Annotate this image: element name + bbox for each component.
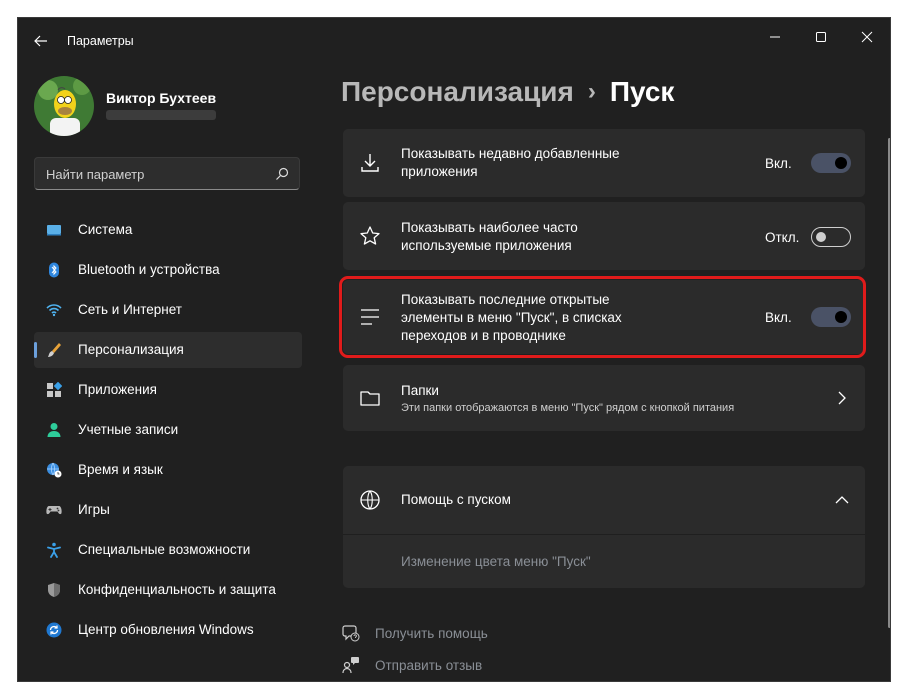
sidebar-nav: Система Bluetooth и устройства Сеть и Ин… — [34, 212, 302, 652]
chevron-up-icon — [835, 496, 849, 504]
maximize-button[interactable] — [798, 22, 844, 52]
help-chat-icon — [342, 625, 360, 642]
folder-icon — [360, 391, 380, 406]
back-button[interactable] — [32, 32, 50, 50]
wifi-icon — [46, 304, 62, 317]
apps-icon — [47, 382, 62, 397]
setting-title: Папки — [401, 383, 439, 398]
sidebar-item-network[interactable]: Сеть и Интернет — [34, 292, 302, 328]
highlight-annotation — [339, 276, 866, 358]
help-title: Помощь с пуском — [401, 492, 511, 507]
page-title: Пуск — [609, 76, 675, 107]
sidebar-item-label: Система — [78, 222, 133, 237]
title-bar: Параметры — [18, 18, 890, 64]
sidebar-item-accessibility[interactable]: Специальные возможности — [34, 532, 302, 568]
sidebar-item-system[interactable]: Система — [34, 212, 302, 248]
most-used-toggle[interactable] — [811, 227, 851, 247]
sidebar-item-label: Конфиденциальность и защита — [78, 582, 276, 597]
search-icon — [276, 167, 289, 180]
user-email-redacted — [106, 110, 216, 120]
star-icon — [360, 226, 380, 245]
arrow-left-icon — [34, 35, 47, 47]
close-button[interactable] — [844, 22, 890, 52]
sidebar-item-label: Персонализация — [78, 342, 184, 357]
breadcrumb: Персонализация › Пуск — [341, 76, 674, 108]
setting-description: Эти папки отображаются в меню "Пуск" ряд… — [401, 402, 735, 414]
sidebar-item-apps[interactable]: Приложения — [34, 372, 302, 408]
app-title: Параметры — [67, 34, 134, 48]
get-help-label: Получить помощь — [375, 626, 488, 641]
setting-title-line: используемые приложения — [401, 238, 572, 253]
monitor-icon — [47, 225, 61, 236]
sidebar-item-accounts[interactable]: Учетные записи — [34, 412, 302, 448]
sidebar-item-label: Учетные записи — [78, 422, 179, 437]
accessibility-icon — [47, 542, 61, 558]
gamepad-icon — [46, 506, 62, 515]
sidebar-item-bluetooth[interactable]: Bluetooth и устройства — [34, 252, 302, 288]
user-avatar-image — [34, 76, 94, 136]
sidebar-item-label: Игры — [78, 502, 110, 517]
recent-apps-toggle[interactable] — [811, 153, 851, 173]
setting-title-line: Показывать недавно добавленные — [401, 146, 620, 161]
sidebar-item-label: Центр обновления Windows — [78, 622, 254, 637]
minimize-button[interactable] — [752, 22, 798, 52]
feedback-link[interactable]: Отправить отзыв — [342, 656, 542, 676]
sidebar-item-label: Сеть и Интернет — [78, 302, 182, 317]
sidebar-item-label: Bluetooth и устройства — [78, 262, 220, 277]
sidebar-item-gaming[interactable]: Игры — [34, 492, 302, 528]
setting-title-line: Показывать наиболее часто — [401, 220, 578, 235]
avatar[interactable] — [34, 76, 94, 136]
globe-icon — [360, 490, 380, 510]
toggle-state-label: Откл. — [765, 230, 800, 245]
sidebar-item-label: Приложения — [78, 382, 157, 397]
chevron-right-icon — [838, 391, 846, 405]
update-icon — [46, 622, 62, 638]
get-help-link[interactable]: Получить помощь — [342, 624, 542, 644]
sidebar-item-time-language[interactable]: Время и язык — [34, 452, 302, 488]
bluetooth-icon — [49, 262, 59, 278]
download-icon — [361, 154, 379, 172]
divider — [343, 534, 865, 535]
setting-title-line: приложения — [401, 164, 478, 179]
breadcrumb-separator: › — [587, 78, 596, 105]
setting-recent-apps: Показывать недавно добавленные приложени… — [343, 129, 865, 197]
breadcrumb-parent[interactable]: Персонализация — [341, 76, 574, 107]
close-icon — [861, 31, 873, 43]
shield-icon — [48, 583, 60, 597]
setting-most-used-apps: Показывать наиболее часто используемые п… — [343, 202, 865, 270]
help-section: Помощь с пуском Изменение цвета меню "Пу… — [343, 466, 865, 588]
feedback-label: Отправить отзыв — [375, 658, 483, 673]
person-icon — [47, 423, 61, 437]
help-section-header[interactable]: Помощь с пуском — [343, 466, 865, 534]
search-placeholder: Найти параметр — [46, 167, 145, 182]
sidebar-item-personalization[interactable]: Персонализация — [34, 332, 302, 368]
sidebar-item-windows-update[interactable]: Центр обновления Windows — [34, 612, 302, 648]
sidebar-item-label: Время и язык — [78, 462, 163, 477]
sidebar-item-privacy[interactable]: Конфиденциальность и защита — [34, 572, 302, 608]
scrollbar[interactable] — [888, 138, 890, 628]
sidebar-item-label: Специальные возможности — [78, 542, 251, 557]
user-name: Виктор Бухтеев — [106, 90, 217, 106]
brush-icon — [48, 343, 61, 357]
feedback-icon — [342, 657, 359, 674]
globe-clock-icon — [47, 462, 62, 478]
toggle-state-label: Вкл. — [765, 156, 792, 171]
help-link[interactable]: Изменение цвета меню "Пуск" — [401, 554, 591, 569]
maximize-icon — [816, 32, 826, 42]
settings-window: Параметры Виктор Бухтеев Найти параметр — [17, 17, 891, 682]
search-input[interactable]: Найти параметр — [34, 157, 300, 190]
minimize-icon — [770, 36, 780, 38]
setting-folders[interactable]: Папки Эти папки отображаются в меню "Пус… — [343, 365, 865, 431]
